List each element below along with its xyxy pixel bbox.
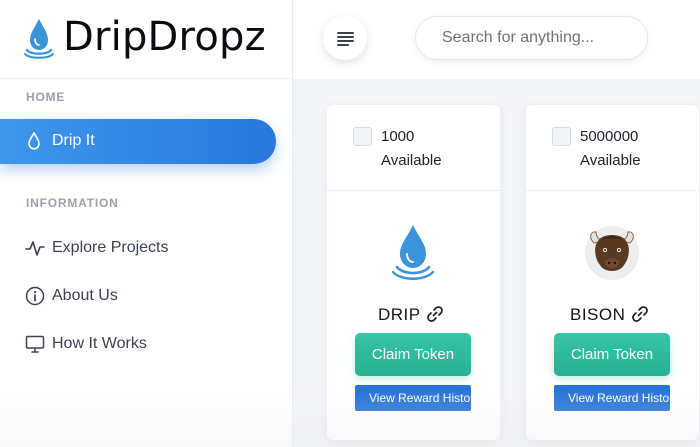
token-card-header: 5000000 Available [526, 105, 699, 191]
hamburger-menu-icon[interactable] [323, 16, 367, 60]
sidebar-item-about-us[interactable]: About Us [0, 279, 276, 313]
token-amount: 5000000 [580, 128, 639, 145]
token-card-header: 1000 Available [327, 105, 500, 191]
water-drop-icon [24, 19, 54, 59]
available-label: Available [580, 152, 641, 169]
sidebar-item-explore-projects[interactable]: Explore Projects [0, 231, 276, 265]
view-reward-history-button[interactable]: View Reward History [355, 385, 471, 411]
info-icon [25, 286, 45, 306]
brand-name[interactable]: DripDropz [63, 14, 266, 60]
sidebar-item-label: How It Works [52, 335, 147, 352]
section-label-home: HOME [26, 90, 66, 104]
sidebar-item-how-it-works[interactable]: How It Works [0, 327, 276, 361]
token-name: BISON [570, 305, 626, 324]
view-reward-history-button[interactable]: View Reward History [554, 385, 670, 411]
token-card-bison: 5000000 Available BISON Claim Token View… [526, 105, 699, 440]
token-name-row: BISON [526, 304, 699, 326]
token-name: DRIP [378, 305, 421, 324]
sidebar: DripDropz HOME Drip It INFORMATION Explo… [0, 0, 293, 447]
sidebar-item-label: Drip It [52, 132, 95, 149]
link-icon[interactable] [425, 304, 445, 324]
token-name-row: DRIP [327, 304, 500, 326]
brand-header: DripDropz [0, 0, 293, 79]
available-label: Available [381, 152, 442, 169]
select-checkbox[interactable] [552, 127, 571, 146]
activity-icon [25, 241, 45, 256]
monitor-icon [25, 335, 45, 353]
drop-icon [28, 132, 40, 150]
token-card-drip: 1000 Available DRIP Claim Token View Rew… [327, 105, 500, 440]
select-checkbox[interactable] [353, 127, 372, 146]
token-amount: 1000 [381, 128, 415, 145]
topbar [293, 0, 700, 79]
sidebar-item-drip-it[interactable]: Drip It [0, 119, 276, 164]
link-icon[interactable] [630, 304, 650, 324]
sidebar-item-label: Explore Projects [52, 239, 169, 256]
search-input[interactable] [415, 16, 648, 60]
sidebar-item-label: About Us [52, 287, 118, 304]
water-drop-logo [391, 225, 435, 280]
claim-token-button[interactable]: Claim Token [355, 333, 471, 376]
claim-token-button[interactable]: Claim Token [554, 333, 670, 376]
section-label-information: INFORMATION [26, 196, 119, 210]
bison-logo [585, 226, 639, 280]
